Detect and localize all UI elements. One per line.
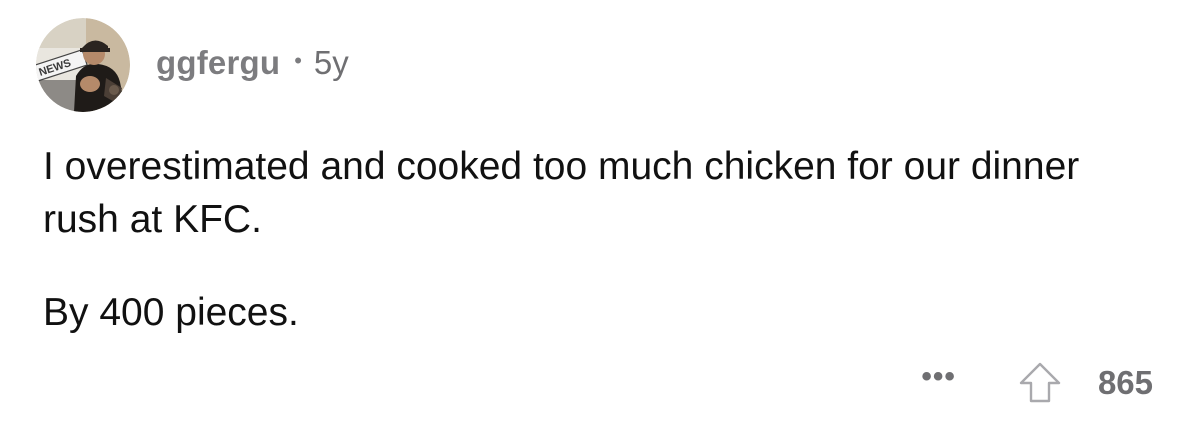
- username-link[interactable]: ggfergu: [156, 44, 280, 82]
- avatar-image: NEWS: [36, 18, 130, 112]
- comment-paragraph-1: I overestimated and cooked too much chic…: [43, 145, 1080, 241]
- comment-card: NEWS ggfergu • 5y I overestimated and co…: [0, 0, 1179, 432]
- comment-header: NEWS ggfergu • 5y: [36, 18, 349, 112]
- more-options-button[interactable]: •••: [921, 360, 956, 394]
- meta-separator: •: [294, 48, 302, 73]
- comment-paragraph-2: By 400 pieces.: [43, 291, 299, 334]
- vote-score: 865: [1097, 364, 1153, 401]
- comment-body: I overestimated and cooked too much chic…: [43, 140, 1143, 339]
- upvote-arrow-icon: [1019, 362, 1061, 403]
- comment-age: 5y: [313, 44, 349, 81]
- comment-meta: ggfergu • 5y: [156, 44, 349, 82]
- comment-actions: ••• 865: [921, 358, 1153, 408]
- upvote-button[interactable]: [1018, 361, 1062, 405]
- avatar[interactable]: NEWS: [36, 18, 130, 112]
